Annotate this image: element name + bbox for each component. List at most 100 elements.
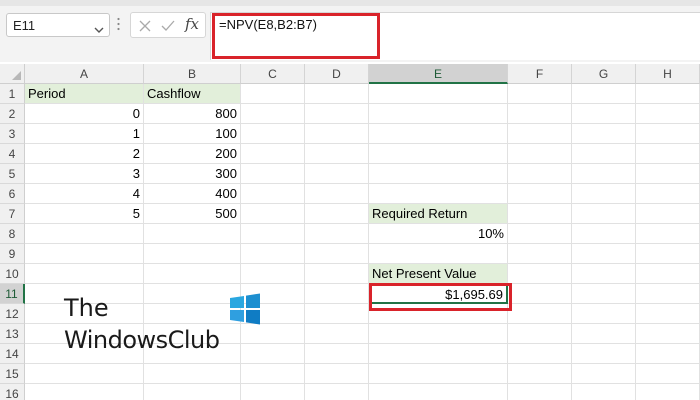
- grid-cell-b8[interactable]: [144, 224, 241, 244]
- grid-cell-g12[interactable]: [572, 304, 636, 324]
- cell-b6[interactable]: 400: [144, 184, 241, 204]
- grid-cell-c4[interactable]: [241, 144, 305, 164]
- cell-e10[interactable]: Net Present Value: [369, 264, 508, 284]
- row-header-14[interactable]: 14: [0, 344, 25, 364]
- grid-cell-h14[interactable]: [636, 344, 700, 364]
- grid-cell-a9[interactable]: [25, 244, 144, 264]
- grid-cell-d16[interactable]: [305, 384, 369, 400]
- cell-a6[interactable]: 4: [25, 184, 144, 204]
- grid-cell-g15[interactable]: [572, 364, 636, 384]
- cell-a2[interactable]: 0: [25, 104, 144, 124]
- grid-cell-d8[interactable]: [305, 224, 369, 244]
- insert-function-button[interactable]: fx: [185, 15, 199, 33]
- grid-cell-h7[interactable]: [636, 204, 700, 224]
- row-header-3[interactable]: 3: [0, 124, 25, 144]
- grid-cell-f6[interactable]: [508, 184, 572, 204]
- grid-cell-f1[interactable]: [508, 84, 572, 104]
- grid-cell-h9[interactable]: [636, 244, 700, 264]
- grid-cell-h10[interactable]: [636, 264, 700, 284]
- grid-cell-b16[interactable]: [144, 384, 241, 400]
- grid-cell-d13[interactable]: [305, 324, 369, 344]
- cell-b7[interactable]: 500: [144, 204, 241, 224]
- column-header-f[interactable]: F: [508, 64, 572, 84]
- grid-cell-d7[interactable]: [305, 204, 369, 224]
- grid-cell-e1[interactable]: [369, 84, 508, 104]
- grid-cell-e9[interactable]: [369, 244, 508, 264]
- cell-b5[interactable]: 300: [144, 164, 241, 184]
- row-header-11[interactable]: 11: [0, 284, 25, 304]
- grid-cell-g8[interactable]: [572, 224, 636, 244]
- grid-cell-d9[interactable]: [305, 244, 369, 264]
- grid-cell-h3[interactable]: [636, 124, 700, 144]
- grid-cell-e16[interactable]: [369, 384, 508, 400]
- grid-cell-g4[interactable]: [572, 144, 636, 164]
- grid-cell-f14[interactable]: [508, 344, 572, 364]
- grid-cell-g9[interactable]: [572, 244, 636, 264]
- grid-cell-g13[interactable]: [572, 324, 636, 344]
- grid-cell-c8[interactable]: [241, 224, 305, 244]
- row-header-5[interactable]: 5: [0, 164, 25, 184]
- checkmark-icon[interactable]: [161, 19, 175, 37]
- grid-cell-g2[interactable]: [572, 104, 636, 124]
- grid-cell-d10[interactable]: [305, 264, 369, 284]
- row-header-7[interactable]: 7: [0, 204, 25, 224]
- grid-cell-e14[interactable]: [369, 344, 508, 364]
- cell-e7[interactable]: Required Return: [369, 204, 508, 224]
- cancel-x-icon[interactable]: [139, 19, 151, 37]
- grid-cell-g3[interactable]: [572, 124, 636, 144]
- grid-cell-a8[interactable]: [25, 224, 144, 244]
- grid-cell-h8[interactable]: [636, 224, 700, 244]
- grid-cell-f12[interactable]: [508, 304, 572, 324]
- column-header-a[interactable]: A: [25, 64, 144, 84]
- column-header-b[interactable]: B: [144, 64, 241, 84]
- row-header-10[interactable]: 10: [0, 264, 25, 284]
- grid-cell-h15[interactable]: [636, 364, 700, 384]
- grid-cell-g6[interactable]: [572, 184, 636, 204]
- grid-cell-h13[interactable]: [636, 324, 700, 344]
- grid-cell-f9[interactable]: [508, 244, 572, 264]
- grid-cell-h4[interactable]: [636, 144, 700, 164]
- grid-cell-b15[interactable]: [144, 364, 241, 384]
- select-all-button[interactable]: [0, 64, 25, 84]
- cell-a4[interactable]: 2: [25, 144, 144, 164]
- grid-cell-f10[interactable]: [508, 264, 572, 284]
- grid-cell-d12[interactable]: [305, 304, 369, 324]
- grid-cell-f4[interactable]: [508, 144, 572, 164]
- cell-a7[interactable]: 5: [25, 204, 144, 224]
- grid-cell-d5[interactable]: [305, 164, 369, 184]
- grid-cell-c9[interactable]: [241, 244, 305, 264]
- grid-cell-f11[interactable]: [508, 284, 572, 304]
- row-header-8[interactable]: 8: [0, 224, 25, 244]
- grid-cell-c2[interactable]: [241, 104, 305, 124]
- grid-cell-h6[interactable]: [636, 184, 700, 204]
- column-header-g[interactable]: G: [572, 64, 636, 84]
- grid-cell-f5[interactable]: [508, 164, 572, 184]
- grid-cell-d2[interactable]: [305, 104, 369, 124]
- grid-cell-e2[interactable]: [369, 104, 508, 124]
- grid-cell-g11[interactable]: [572, 284, 636, 304]
- cell-b4[interactable]: 200: [144, 144, 241, 164]
- cell-b1[interactable]: Cashflow: [144, 84, 241, 104]
- column-header-c[interactable]: C: [241, 64, 305, 84]
- grid-cell-b9[interactable]: [144, 244, 241, 264]
- grid-cell-c16[interactable]: [241, 384, 305, 400]
- grid-cell-d3[interactable]: [305, 124, 369, 144]
- cell-e8[interactable]: 10%: [369, 224, 508, 244]
- row-header-2[interactable]: 2: [0, 104, 25, 124]
- grid-cell-c1[interactable]: [241, 84, 305, 104]
- grid-cell-f15[interactable]: [508, 364, 572, 384]
- grid-cell-c3[interactable]: [241, 124, 305, 144]
- column-header-h[interactable]: H: [636, 64, 700, 84]
- row-header-6[interactable]: 6: [0, 184, 25, 204]
- grid-cell-a15[interactable]: [25, 364, 144, 384]
- row-header-4[interactable]: 4: [0, 144, 25, 164]
- grid-cell-b12[interactable]: [144, 304, 241, 324]
- row-header-16[interactable]: 16: [0, 384, 25, 400]
- grid-cell-h5[interactable]: [636, 164, 700, 184]
- grid-cell-e3[interactable]: [369, 124, 508, 144]
- cell-a3[interactable]: 1: [25, 124, 144, 144]
- cell-a5[interactable]: 3: [25, 164, 144, 184]
- grid-cell-f3[interactable]: [508, 124, 572, 144]
- grid-cell-c7[interactable]: [241, 204, 305, 224]
- grid-cell-d1[interactable]: [305, 84, 369, 104]
